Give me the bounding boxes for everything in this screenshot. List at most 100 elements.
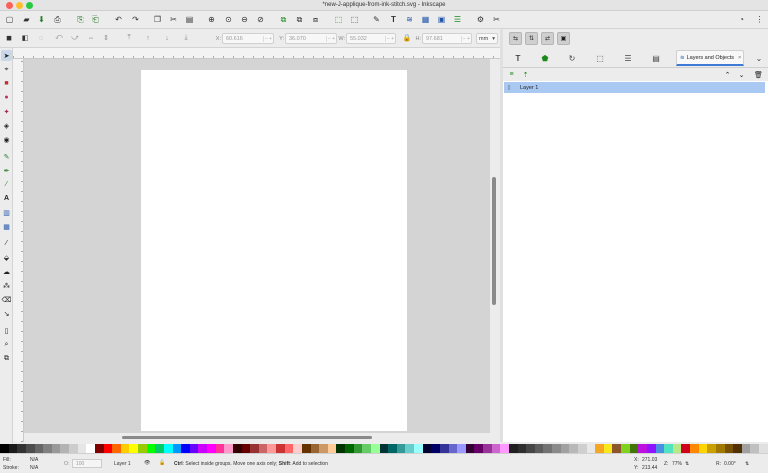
rotate-cw-icon[interactable]: ⤻ (70, 33, 80, 43)
mesh-tool-icon[interactable]: ▦ (1, 221, 12, 232)
color-swatch[interactable] (448, 444, 458, 453)
preferences-icon[interactable]: ⚙ (475, 14, 486, 25)
tab-object-properties-icon[interactable]: ⬚ (593, 51, 607, 65)
color-swatch[interactable] (34, 444, 44, 453)
h-stepper[interactable]: − + (461, 35, 471, 42)
zoom-drawing-icon[interactable]: ⊙ (223, 14, 234, 25)
lower-icon[interactable]: ↓ (162, 33, 172, 43)
snap-bbox-icon[interactable]: ⇆ (509, 32, 522, 45)
color-swatch[interactable] (638, 444, 647, 453)
color-swatch[interactable] (327, 444, 337, 453)
color-swatch[interactable] (733, 444, 742, 453)
vertical-scroll-thumb[interactable] (492, 177, 496, 305)
x-value[interactable]: 60.616 (224, 36, 263, 42)
opacity-field[interactable]: 100 (72, 459, 102, 468)
measure-tool-icon[interactable]: ▯ (1, 325, 12, 336)
color-swatch[interactable] (664, 444, 673, 453)
star-tool-icon[interactable]: ✦ (1, 106, 12, 117)
calligraphy-tool-icon[interactable]: ⁄ (1, 179, 12, 190)
pages-tool-icon[interactable]: ⧉ (1, 353, 12, 364)
undo-icon[interactable]: ↶ (113, 14, 124, 25)
snap-page-icon[interactable]: ▣ (557, 32, 570, 45)
color-swatch[interactable] (43, 444, 52, 453)
color-swatch[interactable] (724, 444, 734, 453)
w-stepper[interactable]: − + (385, 35, 395, 42)
color-swatch[interactable] (112, 444, 121, 453)
color-swatch[interactable] (232, 444, 242, 453)
tweak-tool-icon[interactable]: ☁ (1, 266, 12, 277)
horizontal-scroll-thumb[interactable] (122, 436, 372, 439)
snap-guides-icon[interactable]: ⇄ (541, 32, 554, 45)
color-swatch[interactable] (517, 444, 527, 453)
ungroup-icon[interactable]: ⬚ (349, 14, 360, 25)
y-stepper[interactable]: − + (326, 35, 336, 42)
x-field[interactable]: X: 60.616 − + (216, 33, 274, 44)
pen-tool-icon[interactable]: ✒ (1, 165, 12, 176)
color-swatch[interactable] (646, 444, 656, 453)
color-swatch[interactable] (103, 444, 113, 453)
color-swatch[interactable] (569, 444, 578, 453)
color-swatch[interactable] (336, 444, 345, 453)
width-field[interactable]: W: 55.032 − + (338, 33, 396, 44)
stroke-value[interactable]: N/A (30, 465, 38, 471)
cut-icon[interactable]: ✂ (168, 14, 179, 25)
vertical-ruler[interactable] (13, 59, 24, 442)
color-swatch[interactable] (629, 444, 639, 453)
color-swatch[interactable] (508, 444, 518, 453)
color-swatch[interactable] (207, 444, 216, 453)
color-swatch[interactable] (388, 444, 397, 453)
color-swatch[interactable] (690, 444, 699, 453)
toggle-lock-icon[interactable]: 🔓 (159, 460, 165, 466)
delete-layer-icon[interactable]: 🗑 (754, 70, 763, 79)
color-swatch[interactable] (621, 444, 630, 453)
tab-layers-and-objects[interactable]: ≋ Layers and Objects × (676, 50, 744, 66)
color-swatch[interactable] (345, 444, 354, 453)
color-swatch[interactable] (172, 444, 182, 453)
color-swatch[interactable] (25, 444, 35, 453)
color-swatch[interactable] (362, 444, 371, 453)
color-swatch[interactable] (431, 444, 440, 453)
text-tool-icon[interactable]: A (1, 193, 12, 204)
tab-text-and-font-icon[interactable]: T (511, 51, 525, 65)
color-swatch[interactable] (60, 444, 69, 453)
redo-icon[interactable]: ↷ (130, 14, 141, 25)
height-field[interactable]: H: 97.681 − + (416, 33, 472, 44)
canvas[interactable] (24, 59, 490, 433)
y-value[interactable]: 36.070 (287, 36, 326, 42)
color-swatch[interactable] (86, 444, 95, 453)
color-swatch[interactable] (422, 444, 432, 453)
rotation-stepper-icon[interactable]: ⇅ (745, 461, 749, 467)
color-swatch[interactable] (77, 444, 87, 453)
tools-icon[interactable]: ✂ (491, 14, 502, 25)
color-swatch[interactable] (370, 444, 380, 453)
color-swatch[interactable] (672, 444, 682, 453)
snap-toggle-icon[interactable]: ◔ (736, 14, 747, 25)
color-swatch[interactable] (655, 444, 665, 453)
color-swatch[interactable] (759, 444, 768, 453)
spray-tool-icon[interactable]: ⁂ (1, 280, 12, 291)
ellipse-tool-icon[interactable]: ● (1, 92, 12, 103)
w-value[interactable]: 55.032 (348, 36, 385, 42)
zoom-selection-icon[interactable]: ⊕ (206, 14, 217, 25)
move-down-icon[interactable]: ⌄ (737, 70, 746, 79)
color-swatch[interactable] (241, 444, 251, 453)
color-swatch[interactable] (51, 444, 61, 453)
tab-overflow-chevron-icon[interactable]: ⌄ (752, 51, 766, 65)
color-swatch[interactable] (396, 444, 406, 453)
flip-horizontal-icon[interactable]: ⇔ (86, 33, 96, 43)
add-layer-icon[interactable]: ≡ (507, 70, 516, 79)
color-swatch[interactable] (500, 444, 509, 453)
color-swatch[interactable] (439, 444, 449, 453)
unlink-clone-icon[interactable]: ⧈ (310, 14, 321, 25)
color-swatch[interactable] (741, 444, 751, 453)
raise-icon[interactable]: ↑ (143, 33, 153, 43)
paste-icon[interactable]: ▤ (184, 14, 195, 25)
open-icon[interactable]: ▰ (21, 14, 32, 25)
lower-to-bottom-icon[interactable]: ⤓ (181, 33, 191, 43)
add-sublayer-icon[interactable]: ⇡ (521, 70, 530, 79)
color-swatch[interactable] (474, 444, 483, 453)
color-swatch[interactable] (698, 444, 708, 453)
color-swatch[interactable] (69, 444, 78, 453)
import-icon[interactable]: ⎘ (75, 14, 86, 25)
color-swatch[interactable] (319, 444, 328, 453)
